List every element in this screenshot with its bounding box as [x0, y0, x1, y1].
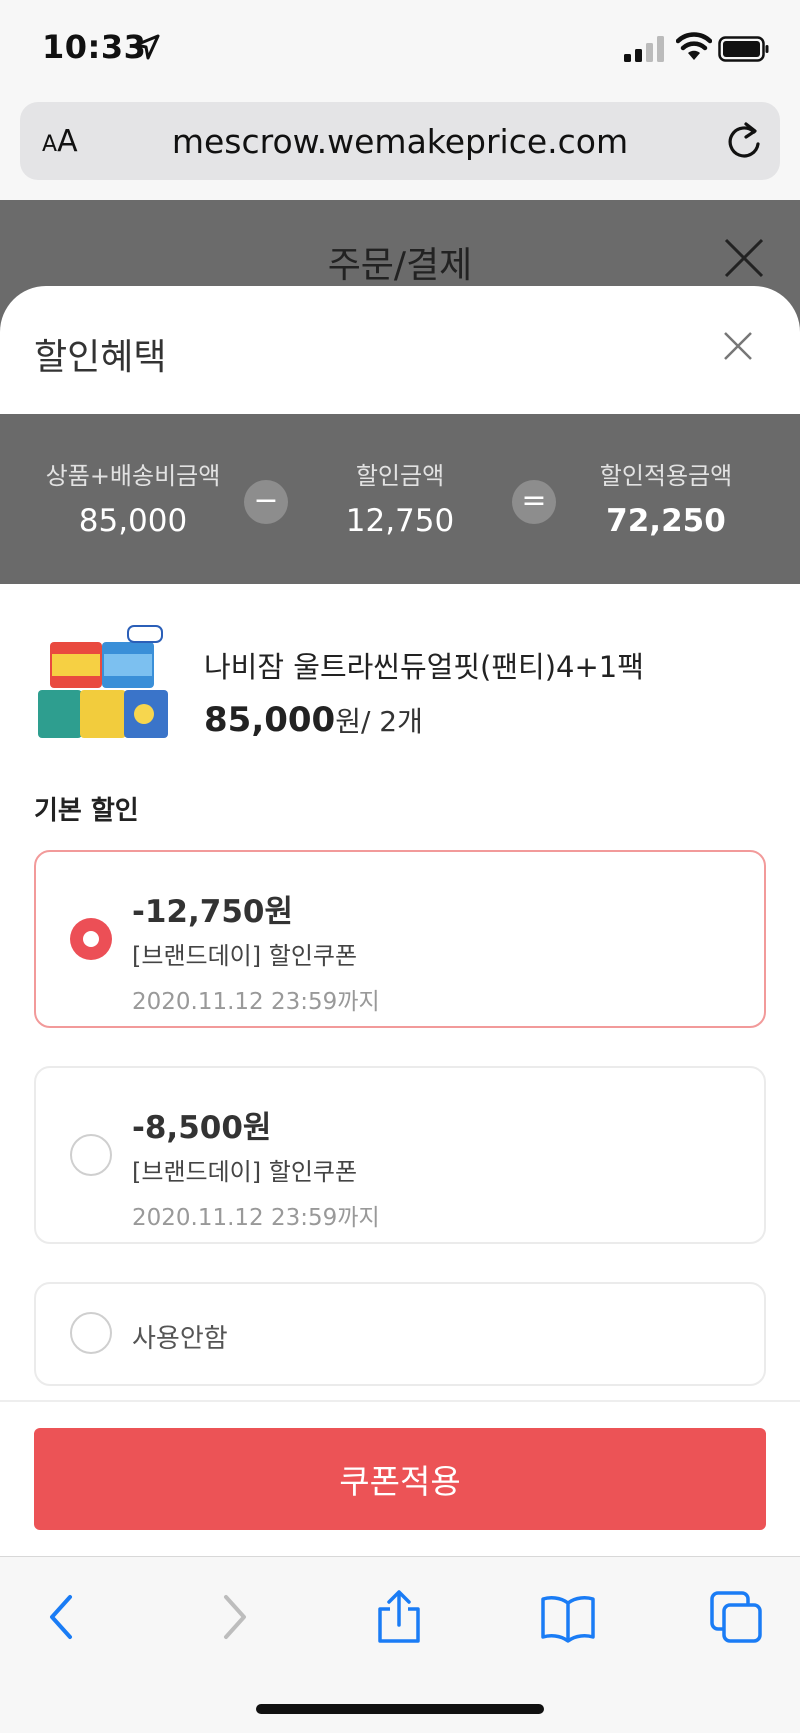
close-icon[interactable] [722, 330, 754, 362]
background-close-icon [724, 238, 764, 278]
final-label: 할인적용금액 [599, 462, 733, 490]
status-time: 10:33 [42, 28, 147, 66]
radio-unselected-icon[interactable] [70, 1312, 112, 1354]
coupon-amount: -8,500원 [132, 1110, 272, 1146]
address-bar[interactable]: AA mescrow.wemakeprice.com [20, 102, 780, 180]
cellular-signal-icon [624, 36, 664, 62]
coupon-option[interactable]: -8,500원 [브랜드데이] 할인쿠폰 2020.11.12 23:59까지 [34, 1066, 766, 1244]
final-block: 할인적용금액 72,250 [546, 456, 786, 539]
subtotal-value: 85,000 [78, 503, 188, 539]
url-text[interactable]: mescrow.wemakeprice.com [20, 122, 780, 161]
status-bar: 10:33 [0, 0, 800, 100]
radio-selected-icon[interactable] [70, 918, 112, 960]
wifi-icon [676, 32, 712, 60]
coupon-amount: -12,750원 [132, 894, 294, 930]
bookmarks-icon[interactable] [540, 1589, 596, 1645]
no-coupon-label: 사용안함 [132, 1324, 228, 1354]
coupon-expiry: 2020.11.12 23:59까지 [132, 1205, 380, 1231]
coupon-expiry: 2020.11.12 23:59까지 [132, 989, 380, 1015]
radio-unselected-icon[interactable] [70, 1134, 112, 1176]
coupon-option[interactable]: -12,750원 [브랜드데이] 할인쿠폰 2020.11.12 23:59까지 [34, 850, 766, 1028]
product-quantity: / 2개 [360, 705, 423, 738]
final-value: 72,250 [606, 503, 726, 539]
price-value: 85,000 [204, 700, 336, 740]
apply-coupon-button[interactable]: 쿠폰적용 [34, 1428, 766, 1530]
no-coupon-option[interactable]: 사용안함 [34, 1282, 766, 1386]
discount-sheet: 할인혜택 상품+배송비금액 85,000 − 할인금액 12,750 = 할인적… [0, 286, 800, 1560]
home-indicator[interactable] [256, 1704, 544, 1714]
subtotal-block: 상품+배송비금액 85,000 [13, 456, 253, 539]
share-icon[interactable] [371, 1589, 427, 1645]
price-summary: 상품+배송비금액 85,000 − 할인금액 12,750 = 할인적용금액 7… [0, 414, 800, 584]
sheet-title: 할인혜택 [34, 337, 167, 378]
discount-value: 12,750 [345, 503, 455, 539]
location-arrow-icon [134, 34, 160, 60]
coupon-name: [브랜드데이] 할인쿠폰 [132, 942, 358, 970]
back-icon[interactable] [34, 1589, 90, 1645]
section-title: 기본 할인 [34, 796, 139, 826]
tabs-icon[interactable] [708, 1589, 764, 1645]
discount-block: 할인금액 12,750 [280, 456, 520, 539]
price-unit: 원 [335, 705, 361, 738]
product-image [38, 625, 168, 738]
product-price: 85,000원/ 2개 [204, 700, 423, 740]
forward-icon[interactable] [206, 1589, 262, 1645]
coupon-name: [브랜드데이] 할인쿠폰 [132, 1158, 358, 1186]
product-name: 나비잠 울트라씬듀얼핏(팬티)4+1팩 [204, 650, 644, 684]
subtotal-label: 상품+배송비금액 [45, 462, 221, 490]
background-page-title: 주문/결제 [327, 245, 473, 286]
battery-icon [718, 36, 769, 62]
discount-label: 할인금액 [355, 462, 445, 490]
reload-icon[interactable] [724, 120, 764, 162]
divider [0, 1400, 800, 1402]
